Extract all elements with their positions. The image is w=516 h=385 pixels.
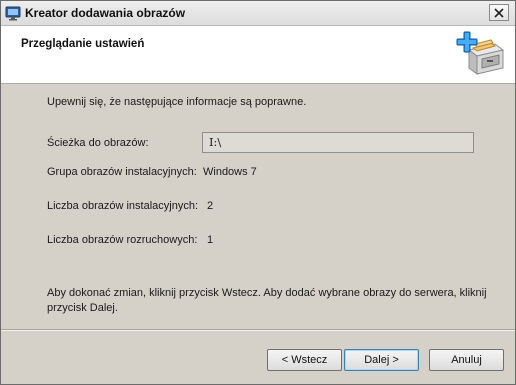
page-title: Przeglądanie ustawień bbox=[21, 38, 145, 50]
monitor-icon bbox=[5, 6, 21, 21]
image-group-value: Windows 7 bbox=[203, 166, 257, 178]
add-to-cabinet-icon bbox=[456, 31, 505, 75]
back-button[interactable]: < Wstecz bbox=[267, 349, 342, 371]
intro-text: Upewnij się, że następujące informacje s… bbox=[47, 96, 307, 108]
image-path-label: Ścieżka do obrazów: bbox=[47, 137, 149, 149]
footer-divider bbox=[1, 329, 515, 331]
info-text: Aby dokonać zmian, kliknij przycisk Wste… bbox=[47, 287, 487, 314]
wizard-window: Kreator dodawania obrazów Przeglądanie u… bbox=[0, 0, 516, 385]
image-path-field: I:\ bbox=[202, 132, 474, 153]
install-images-count-label: Liczba obrazów instalacyjnych: bbox=[47, 200, 199, 212]
boot-images-count-value: 1 bbox=[207, 234, 214, 246]
boot-images-count-label: Liczba obrazów rozruchowych: bbox=[47, 234, 198, 246]
image-group-label: Grupa obrazów instalacyjnych: bbox=[47, 166, 197, 178]
close-icon bbox=[494, 7, 504, 18]
close-button[interactable] bbox=[489, 4, 509, 21]
cancel-button[interactable]: Anuluj bbox=[429, 349, 504, 371]
title-bar: Kreator dodawania obrazów bbox=[1, 1, 515, 26]
window-title: Kreator dodawania obrazów bbox=[25, 6, 186, 20]
wizard-header: Przeglądanie ustawień bbox=[1, 26, 515, 84]
install-images-count-value: 2 bbox=[207, 200, 214, 212]
next-button[interactable]: Dalej > bbox=[344, 349, 419, 371]
